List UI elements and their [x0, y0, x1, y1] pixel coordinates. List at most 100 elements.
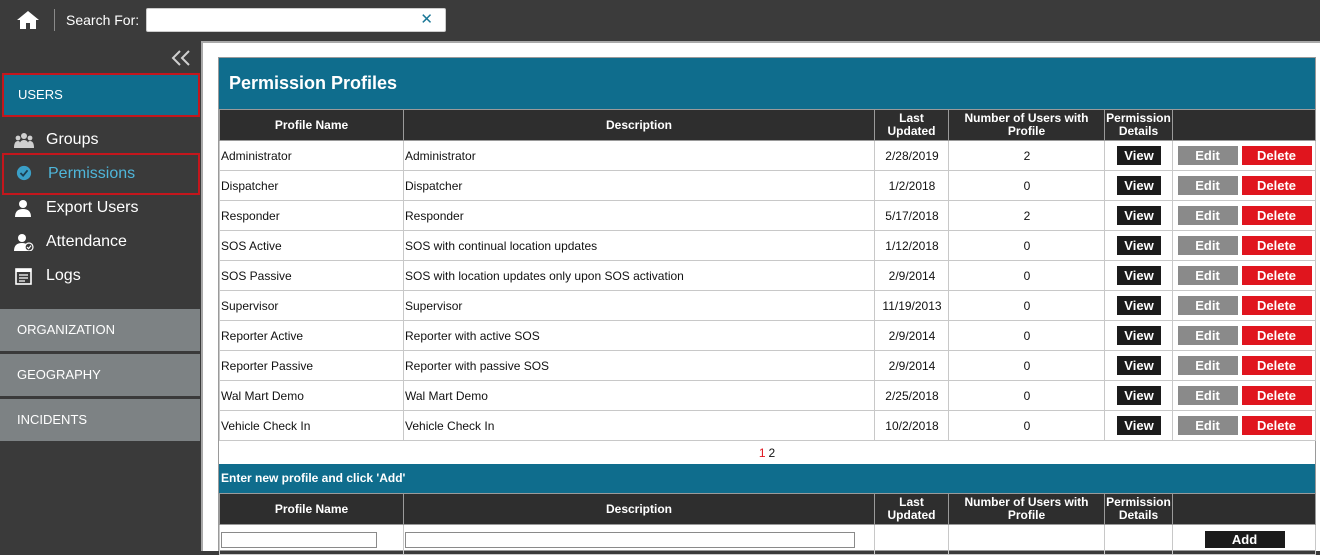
profile-name-cell: Administrator: [219, 140, 404, 171]
home-icon[interactable]: [16, 10, 40, 30]
num-users-cell: 0: [948, 380, 1105, 411]
sidebar-item-export-users[interactable]: Export Users: [0, 193, 200, 223]
description-cell: Administrator: [403, 140, 875, 171]
last-updated-cell: 10/2/2018: [874, 410, 949, 441]
actions-cell: Edit Delete: [1172, 290, 1316, 321]
num-users-cell: 0: [948, 320, 1105, 351]
delete-button[interactable]: Delete: [1241, 266, 1312, 285]
search-input[interactable]: [151, 11, 415, 31]
edit-button[interactable]: Edit: [1177, 266, 1238, 285]
delete-button[interactable]: Delete: [1241, 146, 1312, 165]
page-link-current[interactable]: 1: [759, 446, 766, 460]
delete-button[interactable]: Delete: [1241, 386, 1312, 405]
groups-icon: [14, 133, 34, 148]
table-row: Wal Mart Demo Wal Mart Demo 2/25/2018 0 View…: [219, 380, 1316, 411]
empty-cell: [948, 524, 1105, 555]
table-row: Reporter Active Reporter with active SOS 2…: [219, 320, 1316, 351]
edit-button[interactable]: Edit: [1177, 206, 1238, 225]
table-row: Dispatcher Dispatcher 1/2/2018 0 View Edit Del…: [219, 170, 1316, 201]
table-row: Reporter Passive Reporter with passive SO…: [219, 350, 1316, 381]
sidebar-section-organization[interactable]: ORGANIZATION: [0, 309, 200, 351]
view-button[interactable]: View: [1117, 296, 1161, 315]
description-cell: Supervisor: [403, 290, 875, 321]
permission-details-cell: View: [1104, 200, 1173, 231]
view-button[interactable]: View: [1117, 206, 1161, 225]
profile-name-cell: SOS Passive: [219, 260, 404, 291]
sidebar-section-label: INCIDENTS: [17, 412, 88, 427]
column-header-actions: [1172, 493, 1316, 525]
sidebar-section-geography[interactable]: GEOGRAPHY: [0, 354, 200, 396]
sidebar: USERS Groups Permissions Export Users At…: [0, 40, 200, 551]
profile-name-cell: SOS Active: [219, 230, 404, 261]
num-users-cell: 0: [948, 290, 1105, 321]
description-cell: Wal Mart Demo: [403, 380, 875, 411]
permission-details-cell: View: [1104, 290, 1173, 321]
delete-button[interactable]: Delete: [1241, 416, 1312, 435]
view-button[interactable]: View: [1117, 416, 1161, 435]
page-link[interactable]: 2: [769, 446, 776, 460]
edit-button[interactable]: Edit: [1177, 146, 1238, 165]
user-export-icon: [15, 200, 31, 217]
profile-name-cell: Dispatcher: [219, 170, 404, 201]
delete-button[interactable]: Delete: [1241, 356, 1312, 375]
sidebar-section-users-label: USERS: [18, 87, 63, 102]
description-cell: SOS with location updates only upon SOS …: [403, 260, 875, 291]
table-row: SOS Active SOS with continual location up…: [219, 230, 1316, 261]
table-row: Administrator Administrator 2/28/2019 2 View…: [219, 140, 1316, 171]
column-header-last-updated: Last Updated: [874, 109, 949, 141]
num-users-cell: 0: [948, 350, 1105, 381]
last-updated-cell: 11/19/2013: [874, 290, 949, 321]
pagination: 12: [219, 443, 1315, 464]
edit-button[interactable]: Edit: [1177, 236, 1238, 255]
view-button[interactable]: View: [1117, 326, 1161, 345]
delete-button[interactable]: Delete: [1241, 236, 1312, 255]
top-bar: Search For: ✕: [0, 0, 1320, 40]
view-button[interactable]: View: [1117, 356, 1161, 375]
sidebar-item-attendance[interactable]: Attendance: [0, 227, 200, 257]
description-cell: Reporter with active SOS: [403, 320, 875, 351]
profile-name-cell: Reporter Active: [219, 320, 404, 351]
new-profile-description-input[interactable]: [405, 531, 855, 548]
column-header-description: Description: [403, 109, 875, 141]
view-button[interactable]: View: [1117, 236, 1161, 255]
view-button[interactable]: View: [1117, 266, 1161, 285]
last-updated-cell: 5/17/2018: [874, 200, 949, 231]
permission-details-cell: View: [1104, 320, 1173, 351]
edit-button[interactable]: Edit: [1177, 386, 1238, 405]
sidebar-item-logs[interactable]: Logs: [0, 261, 200, 291]
edit-button[interactable]: Edit: [1177, 176, 1238, 195]
actions-cell: Edit Delete: [1172, 410, 1316, 441]
clear-search-icon[interactable]: ✕: [420, 10, 433, 28]
new-profile-name-input[interactable]: [221, 531, 377, 548]
delete-button[interactable]: Delete: [1241, 176, 1312, 195]
page-title: Permission Profiles: [229, 73, 398, 93]
collapse-sidebar-icon[interactable]: [170, 48, 192, 68]
profile-name-cell: Supervisor: [219, 290, 404, 321]
add-button[interactable]: Add: [1204, 531, 1285, 548]
edit-button[interactable]: Edit: [1177, 326, 1238, 345]
view-button[interactable]: View: [1117, 386, 1161, 405]
edit-button[interactable]: Edit: [1177, 296, 1238, 315]
permission-profiles-panel: Permission Profiles Profile Name Descrip…: [218, 57, 1316, 555]
delete-button[interactable]: Delete: [1241, 296, 1312, 315]
sidebar-section-incidents[interactable]: INCIDENTS: [0, 399, 200, 441]
delete-button[interactable]: Delete: [1241, 326, 1312, 345]
edit-button[interactable]: Edit: [1177, 356, 1238, 375]
last-updated-cell: 2/9/2014: [874, 320, 949, 351]
delete-button[interactable]: Delete: [1241, 206, 1312, 225]
sidebar-section-users[interactable]: USERS: [2, 73, 200, 117]
num-users-cell: 0: [948, 170, 1105, 201]
num-users-cell: 0: [948, 260, 1105, 291]
actions-cell: Edit Delete: [1172, 350, 1316, 381]
column-header-permission-details: Permission Details: [1104, 109, 1173, 141]
view-button[interactable]: View: [1117, 146, 1161, 165]
table-header-row: Profile Name Description Last Updated Nu…: [219, 109, 1316, 141]
table-row: Responder Responder 5/17/2018 2 View Edit Dele…: [219, 200, 1316, 231]
new-profile-bar: Enter new profile and click 'Add': [219, 464, 1315, 493]
column-header-actions: [1172, 109, 1316, 141]
sidebar-item-permissions[interactable]: Permissions: [2, 153, 200, 195]
view-button[interactable]: View: [1117, 176, 1161, 195]
edit-button[interactable]: Edit: [1177, 416, 1238, 435]
sidebar-item-groups[interactable]: Groups: [0, 125, 200, 155]
permission-details-cell: View: [1104, 140, 1173, 171]
